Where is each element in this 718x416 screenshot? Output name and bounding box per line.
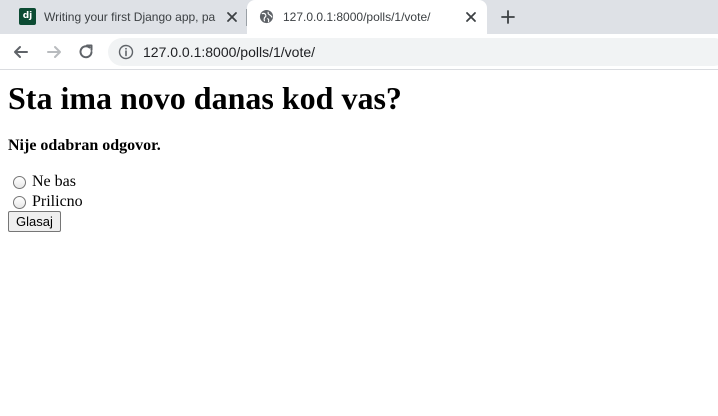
info-icon[interactable] xyxy=(118,44,134,60)
back-arrow-icon[interactable] xyxy=(12,43,30,61)
new-tab-plus-icon[interactable] xyxy=(500,9,516,25)
tab-strip: dj Writing your first Django app, pa 127… xyxy=(0,0,718,34)
close-icon[interactable] xyxy=(463,9,479,25)
choice-option-1[interactable]: Ne bas xyxy=(8,172,76,192)
vote-button[interactable]: Glasaj xyxy=(8,211,61,232)
browser-toolbar: 127.0.0.1:8000/polls/1/vote/ xyxy=(0,34,718,70)
url-text[interactable]: 127.0.0.1:8000/polls/1/vote/ xyxy=(143,45,315,60)
question-heading: Sta ima novo danas kod vas? xyxy=(8,80,402,116)
reload-icon[interactable] xyxy=(77,43,95,61)
address-bar[interactable]: 127.0.0.1:8000/polls/1/vote/ xyxy=(108,38,718,66)
globe-icon xyxy=(259,9,274,24)
close-icon[interactable] xyxy=(224,9,240,25)
forward-arrow-icon[interactable] xyxy=(45,43,63,61)
radio-button[interactable] xyxy=(13,175,26,189)
error-message: Nije odabran odgovor. xyxy=(8,137,161,154)
page-content: Sta ima novo danas kod vas? Nije odabran… xyxy=(0,71,718,416)
choice-option-2[interactable]: Prilicno xyxy=(8,192,83,212)
django-icon: dj xyxy=(19,8,36,25)
choice-label: Ne bas xyxy=(32,173,76,190)
choice-label: Prilicno xyxy=(32,193,83,210)
tab-title-django-docs: Writing your first Django app, pa xyxy=(44,10,216,24)
radio-button[interactable] xyxy=(13,195,26,209)
tab-title-vote-page: 127.0.0.1:8000/polls/1/vote/ xyxy=(283,10,431,24)
